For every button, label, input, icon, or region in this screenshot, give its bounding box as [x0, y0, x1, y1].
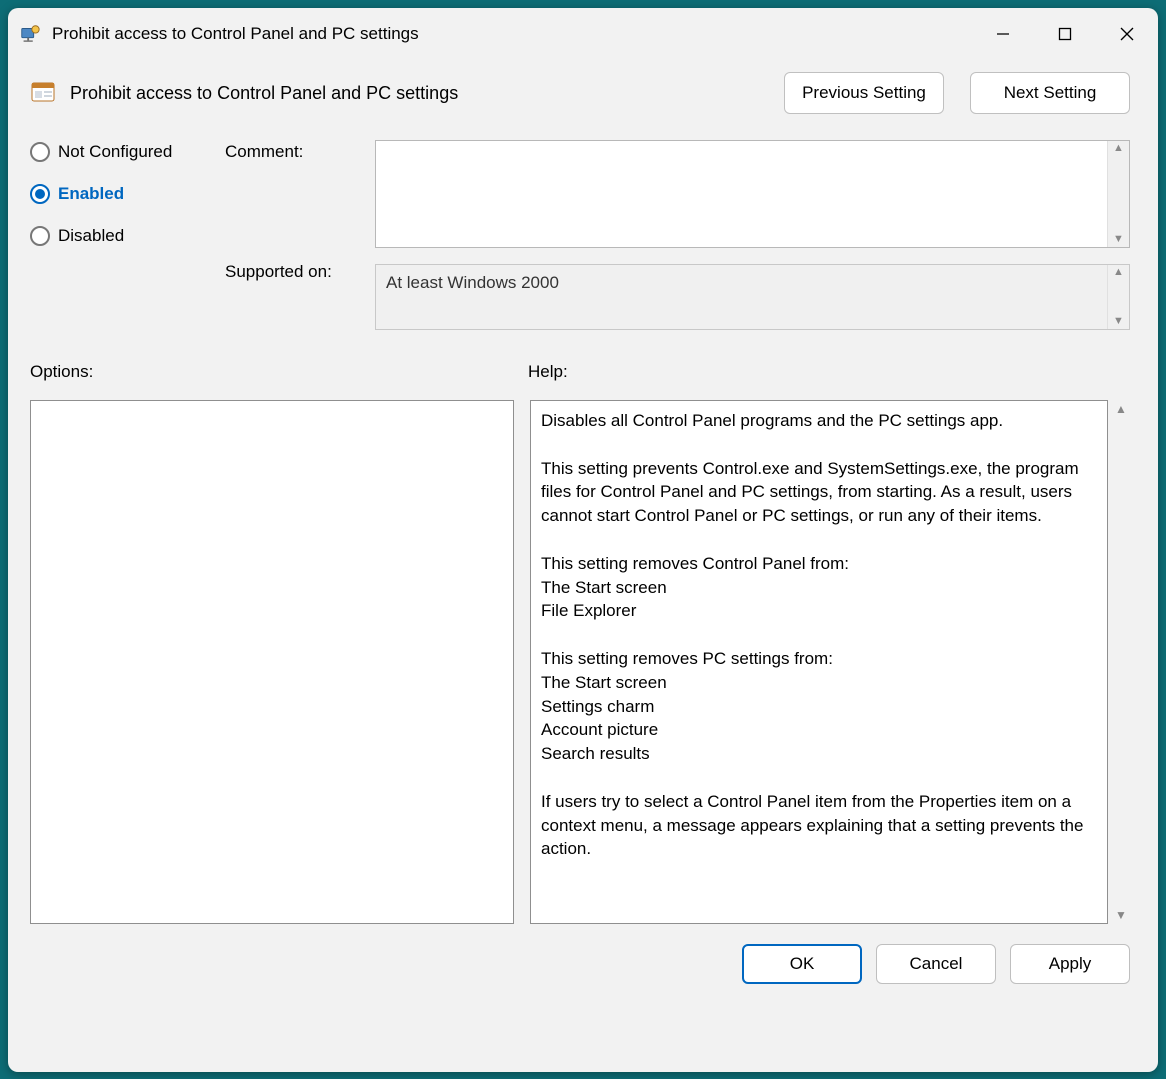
maximize-button[interactable] — [1034, 8, 1096, 59]
window-title: Prohibit access to Control Panel and PC … — [52, 24, 419, 44]
radio-icon — [30, 226, 50, 246]
cancel-button[interactable]: Cancel — [876, 944, 996, 984]
help-text-panel: Disables all Control Panel programs and … — [530, 400, 1108, 924]
scroll-down-icon: ▼ — [1115, 908, 1127, 922]
window-controls — [972, 8, 1158, 59]
titlebar: Prohibit access to Control Panel and PC … — [8, 8, 1158, 60]
next-setting-button[interactable]: Next Setting — [970, 72, 1130, 114]
comment-label: Comment: — [225, 142, 375, 162]
radio-icon — [30, 184, 50, 204]
policy-title: Prohibit access to Control Panel and PC … — [70, 83, 458, 104]
apply-button[interactable]: Apply — [1010, 944, 1130, 984]
dialog-window: Prohibit access to Control Panel and PC … — [8, 8, 1158, 1072]
state-disabled[interactable]: Disabled — [30, 226, 225, 246]
state-radio-group: Not Configured Enabled Disabled — [30, 140, 225, 330]
policy-setting-icon — [30, 79, 58, 107]
scroll-down-icon: ▼ — [1113, 234, 1124, 245]
radio-icon — [30, 142, 50, 162]
close-button[interactable] — [1096, 8, 1158, 59]
scroll-up-icon: ▲ — [1113, 267, 1124, 278]
options-panel — [30, 400, 514, 924]
supported-on-box: At least Windows 2000 ▲ ▼ — [375, 264, 1130, 330]
options-label: Options: — [30, 362, 528, 382]
comment-textarea[interactable] — [376, 141, 1107, 247]
radio-label: Not Configured — [58, 142, 172, 162]
scrollbar[interactable]: ▲ ▼ — [1107, 141, 1129, 247]
scroll-up-icon: ▲ — [1115, 402, 1127, 416]
scroll-down-icon: ▼ — [1113, 316, 1124, 327]
dialog-footer: OK Cancel Apply — [30, 924, 1130, 984]
previous-setting-button[interactable]: Previous Setting — [784, 72, 944, 114]
supported-on-value: At least Windows 2000 — [376, 265, 1107, 329]
state-enabled[interactable]: Enabled — [30, 184, 225, 204]
minimize-button[interactable] — [972, 8, 1034, 59]
policy-app-icon — [18, 22, 42, 46]
radio-label: Enabled — [58, 184, 124, 204]
scrollbar[interactable]: ▲ ▼ — [1107, 265, 1129, 329]
scrollbar[interactable]: ▲ ▼ — [1108, 400, 1130, 924]
scroll-up-icon: ▲ — [1113, 143, 1124, 154]
comment-field-wrap: ▲ ▼ — [375, 140, 1130, 248]
ok-button[interactable]: OK — [742, 944, 862, 984]
state-not-configured[interactable]: Not Configured — [30, 142, 225, 162]
radio-label: Disabled — [58, 226, 124, 246]
help-label: Help: — [528, 362, 1130, 382]
supported-on-label: Supported on: — [225, 262, 375, 282]
